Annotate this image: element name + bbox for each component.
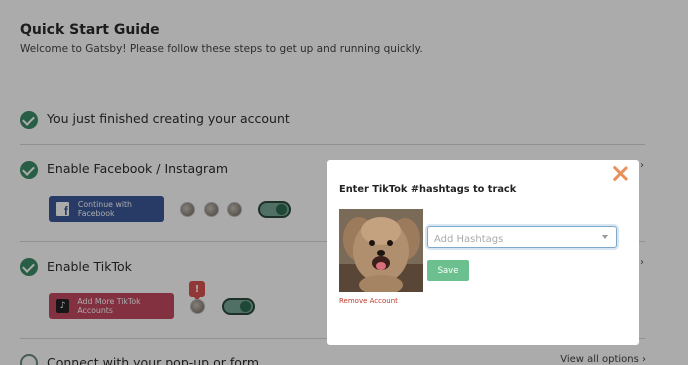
save-button[interactable]: Save [427, 260, 469, 281]
remove-account-link[interactable]: Remove Account [339, 297, 398, 305]
hashtag-select[interactable] [427, 226, 617, 250]
account-avatar-photo [339, 209, 423, 292]
modal-title: Enter TikTok #hashtags to track [339, 184, 517, 195]
close-icon[interactable] [611, 165, 629, 183]
chevron-down-icon[interactable] [602, 235, 608, 239]
hashtag-modal: Enter TikTok #hashtags to track Remove A… [327, 160, 639, 345]
hashtag-input[interactable] [428, 229, 588, 250]
